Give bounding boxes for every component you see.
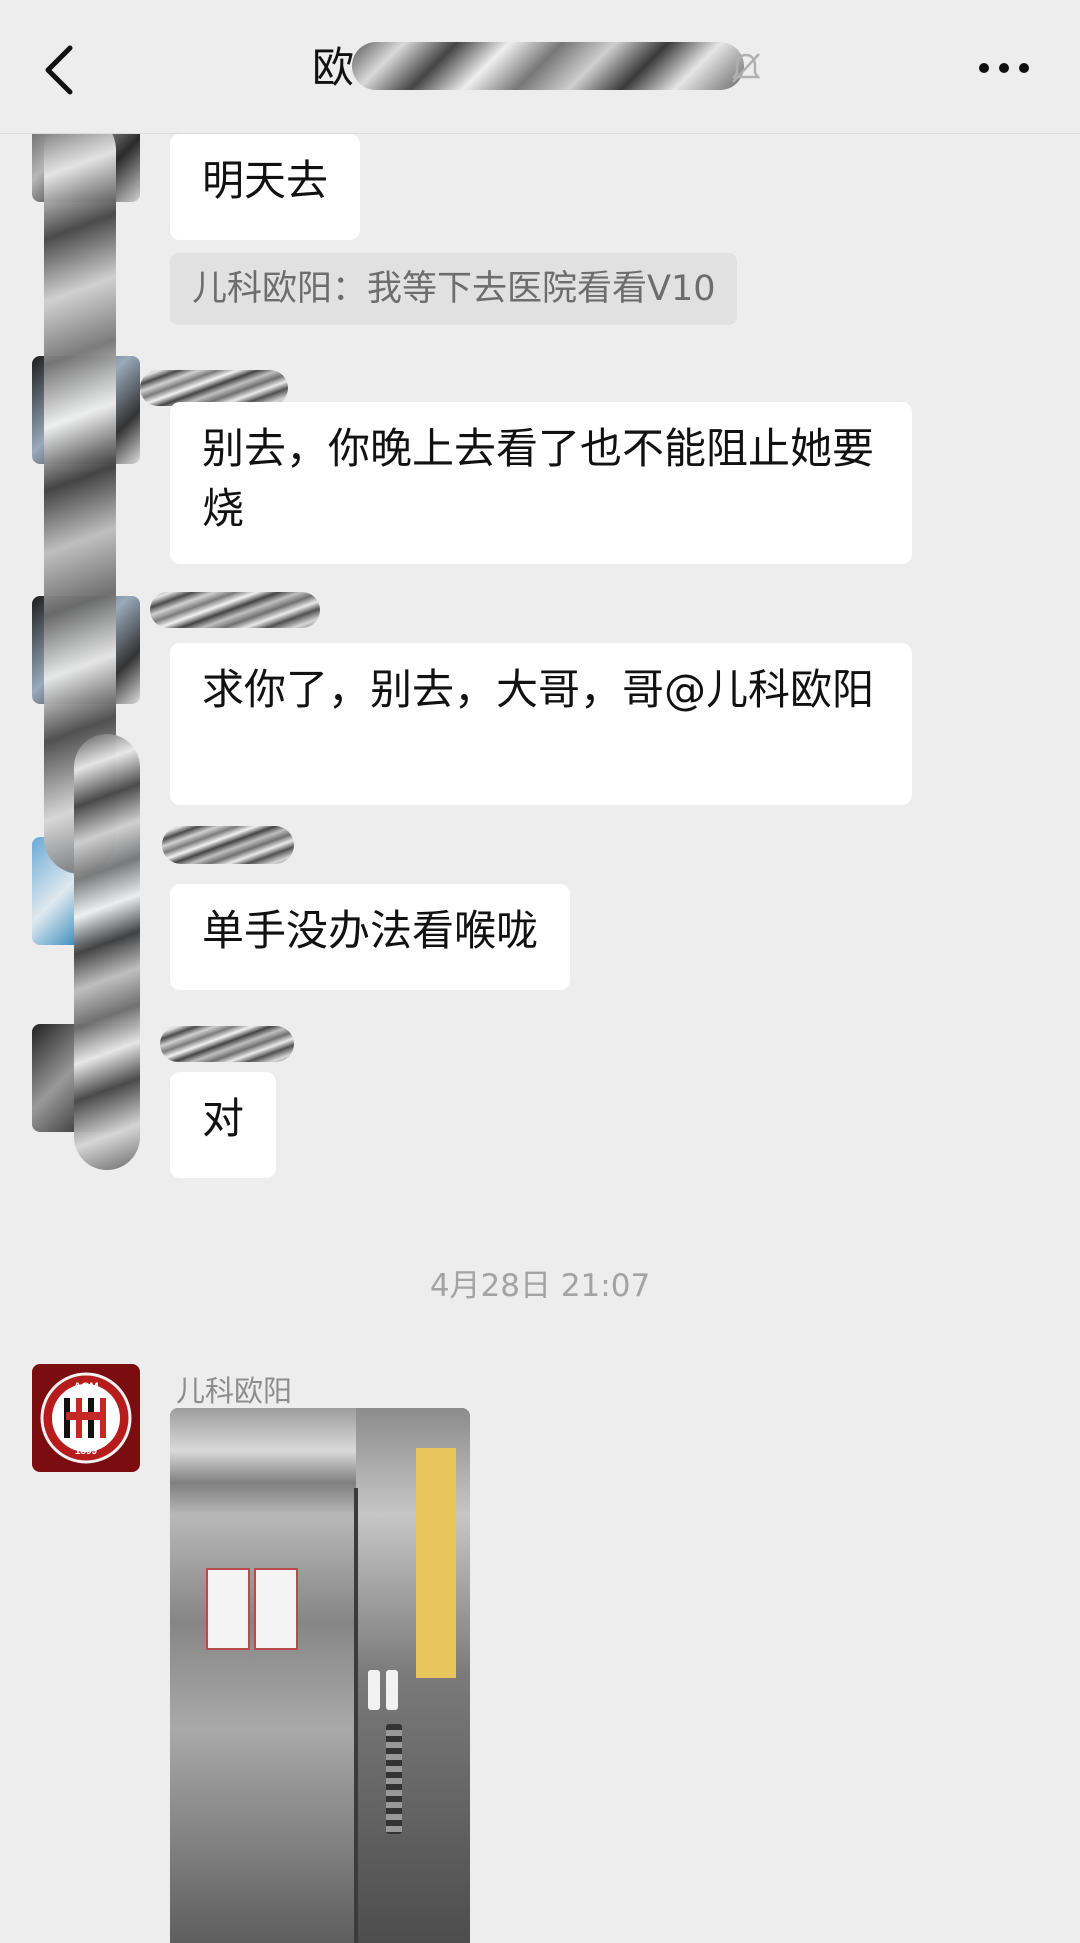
sign-panel: [206, 1568, 250, 1650]
chat-header: 欧: [0, 0, 1080, 134]
redaction-mark: [352, 42, 744, 90]
message-bubble[interactable]: 别去，你晚上去看了也不能阻止她要烧: [170, 402, 912, 564]
redaction-mark: [162, 826, 294, 864]
sender-name: 儿科欧阳: [176, 1374, 293, 1408]
message-bubble[interactable]: 明天去: [170, 134, 361, 240]
acm-logo-icon: ACM 1899: [40, 1372, 132, 1464]
button-panel: [386, 1724, 402, 1834]
message-bubble[interactable]: 单手没办法看喉咙: [170, 884, 571, 990]
redaction-mark: [140, 370, 288, 406]
sanitizer-bottle: [368, 1670, 380, 1710]
sanitizer-bottle: [386, 1670, 398, 1710]
svg-text:ACM: ACM: [73, 1381, 98, 1393]
quoted-message[interactable]: 儿科欧阳：我等下去医院看看V10: [170, 253, 738, 325]
avatar[interactable]: ACM 1899: [32, 1364, 140, 1472]
more-dots-icon: [979, 63, 1029, 73]
sign-panel: [254, 1568, 298, 1650]
redaction-mark: [74, 734, 140, 1170]
redaction-mark: [160, 1026, 294, 1062]
svg-text:1899: 1899: [75, 1446, 98, 1457]
redaction-mark: [150, 592, 320, 628]
poster-panel: [416, 1448, 456, 1678]
message-bubble[interactable]: 求你了，别去，大哥，哥@儿科欧阳: [170, 643, 912, 805]
door-gap: [354, 1488, 358, 1943]
message-list[interactable]: 明天去 儿科欧阳：我等下去医院看看V10 别去，你晚上去看了也不能阻止她要烧 求…: [0, 134, 1080, 1943]
more-options-button[interactable]: [976, 48, 1032, 88]
bell-muted-icon: [728, 50, 764, 86]
chevron-left-icon: [45, 45, 73, 95]
message-bubble[interactable]: 对: [170, 1072, 277, 1178]
image-message[interactable]: [170, 1408, 470, 1943]
elevator-wall: [170, 1408, 356, 1943]
back-button[interactable]: [36, 40, 86, 100]
message-timestamp: 4月28日 21:07: [429, 1268, 651, 1304]
